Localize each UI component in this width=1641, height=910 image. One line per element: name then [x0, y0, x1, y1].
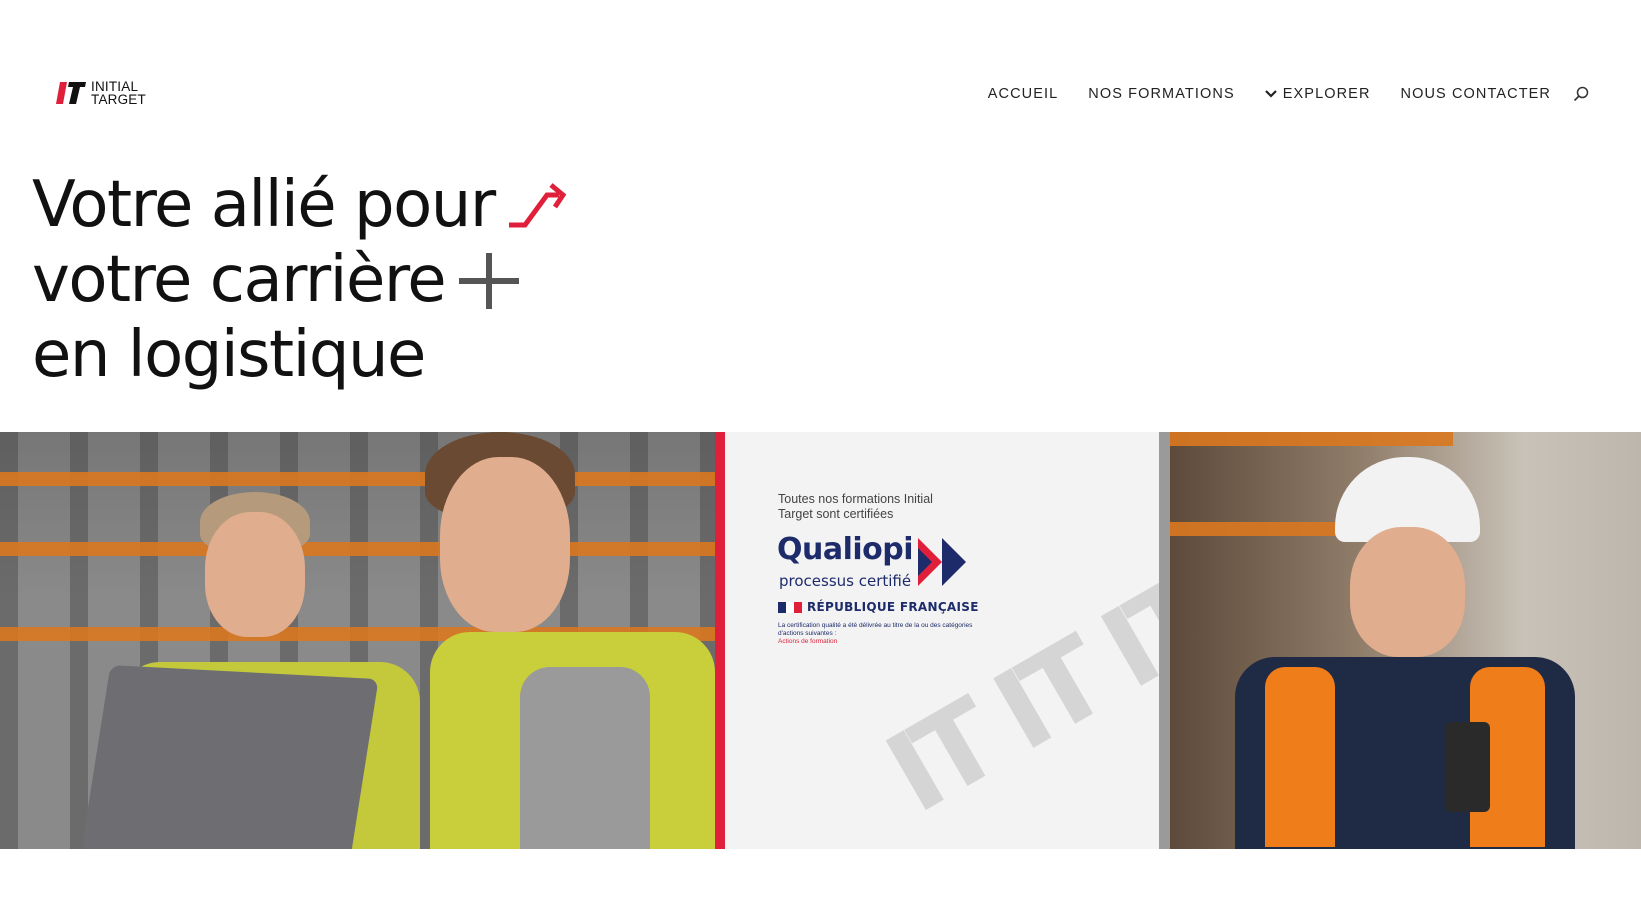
hero-line-1: Votre allié pour — [32, 168, 573, 243]
nav-nous-contacter-label: NOUS CONTACTER — [1400, 86, 1551, 102]
grey-sweater — [520, 667, 650, 849]
hero-line-2: votre carrière — [32, 243, 573, 318]
person-head — [440, 457, 570, 632]
qualiopi-panel: IT IT IT Toutes nos formations Initial T… — [725, 432, 1159, 849]
warehouse-photo-colleagues — [0, 432, 715, 849]
red-divider — [715, 432, 725, 849]
nav-accueil[interactable]: ACCUEIL — [988, 86, 1059, 102]
certification-category: Actions de formation — [778, 638, 838, 645]
french-flag-icon — [778, 601, 802, 613]
nav-accueil-label: ACCUEIL — [987, 86, 1059, 102]
trend-arrow-icon — [508, 182, 566, 227]
qualiopi-subtitle: processus certifié — [779, 572, 912, 590]
orange-vest — [1265, 667, 1335, 847]
certification-note: La certification qualité a été délivrée … — [778, 622, 973, 637]
it-watermark: IT IT IT — [866, 554, 1159, 838]
hero-line-2-text: votre carrière — [32, 243, 447, 317]
nav-explorer[interactable]: EXPLORER — [1264, 86, 1371, 102]
certification-intro: Toutes nos formations Initial Target son… — [778, 492, 933, 521]
nav-nos-formations-label: NOS FORMATIONS — [1088, 86, 1235, 102]
qualiopi-logo-text: Qualiopi — [777, 532, 914, 567]
logo-text: INITIAL TARGET — [91, 80, 146, 107]
person-head — [205, 512, 305, 637]
plus-icon — [459, 252, 520, 309]
laptop — [81, 665, 379, 849]
person-head — [1350, 527, 1465, 657]
chevron-down-icon — [1264, 90, 1277, 98]
nav-explorer-label: EXPLORER — [1282, 86, 1371, 102]
shelf-decor — [1170, 432, 1453, 446]
republique-francaise-label: RÉPUBLIQUE FRANÇAISE — [807, 600, 979, 614]
nav-nos-formations[interactable]: NOS FORMATIONS — [1088, 86, 1234, 102]
barcode-scanner — [1445, 722, 1490, 812]
shelf-decor — [0, 542, 715, 556]
warehouse-photo-worker — [1170, 432, 1641, 849]
qualiopi-arrows-icon — [918, 538, 966, 586]
main-nav: ACCUEIL NOS FORMATIONS EXPLORER NOUS CON… — [988, 86, 1589, 102]
hero-line-3: en logistique — [32, 318, 573, 393]
hero-banner: IT IT IT Toutes nos formations Initial T… — [0, 432, 1641, 849]
shelf-decor — [0, 472, 715, 486]
nav-nous-contacter[interactable]: NOUS CONTACTER — [1401, 86, 1551, 102]
shelf-decor — [1170, 522, 1359, 536]
hero-heading: Votre allié pour votre carrière en logis… — [32, 168, 573, 393]
grey-divider — [1159, 432, 1170, 849]
hero-line-3-text: en logistique — [32, 318, 426, 392]
republique-francaise-row: RÉPUBLIQUE FRANÇAISE — [778, 600, 979, 614]
hero-line-1-text: Votre allié pour — [32, 168, 496, 242]
logo-line-2: TARGET — [91, 92, 146, 107]
initial-target-logo-icon — [56, 82, 86, 104]
search-icon[interactable] — [1573, 86, 1589, 102]
logo[interactable]: INITIAL TARGET — [56, 80, 146, 106]
